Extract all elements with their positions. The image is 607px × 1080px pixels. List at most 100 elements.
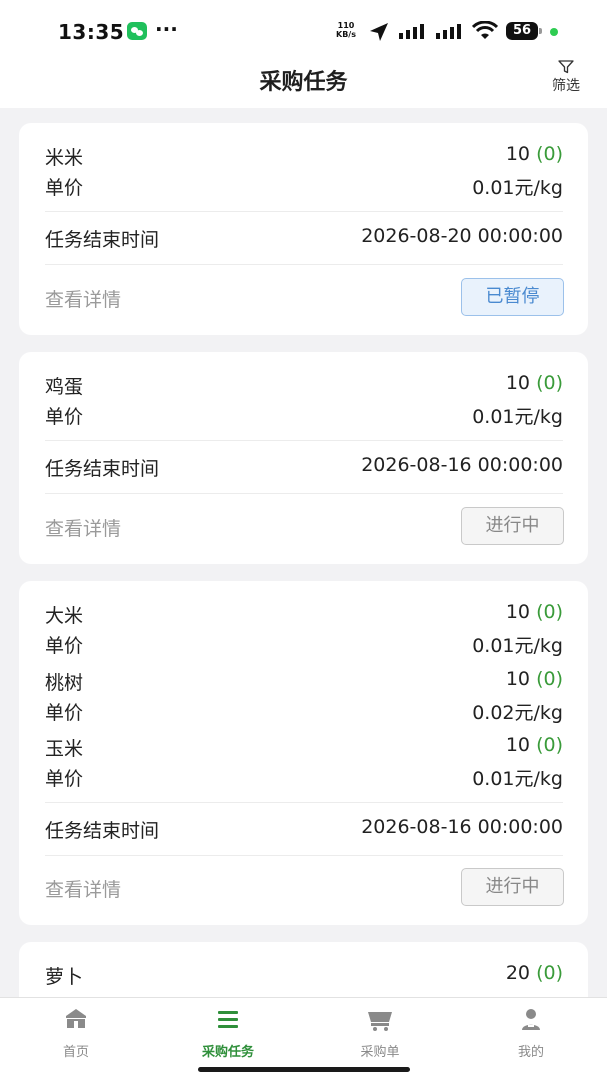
divider	[45, 802, 563, 803]
item-qty-extra: (0)	[536, 372, 563, 394]
home-indicator	[198, 1067, 410, 1072]
item-qty: 10	[505, 372, 531, 394]
tab-purchase-orders[interactable]: 采购单	[325, 1006, 435, 1060]
item-name: 玉米	[45, 738, 84, 760]
privacy-indicator-dot	[550, 28, 558, 36]
item-qty: 10	[505, 668, 531, 690]
tab-purchase-tasks[interactable]: 采购任务	[173, 1006, 283, 1060]
unit-price-label: 单价	[45, 177, 84, 199]
end-time-row: 任务结束时间 2026-08-16 00:00:00	[45, 814, 563, 844]
unit-price-label: 单价	[45, 702, 84, 724]
item-qty: 10	[505, 734, 531, 756]
tab-purchase-orders-label: 采购单	[360, 1045, 400, 1060]
task-list[interactable]: 米米 10 (0) 单价 0.01元/kg 任务结束时间 2026-08-20 …	[0, 108, 607, 998]
unit-price-value: 0.02元/kg	[472, 702, 563, 724]
cell-signal-icon-2	[436, 24, 461, 39]
item-row: 桃树 10 (0)	[45, 666, 563, 696]
price-row: 单价 0.01元/kg	[45, 629, 563, 659]
item-qty-group: 10 (0)	[506, 601, 563, 623]
unit-price-label: 单价	[45, 768, 84, 790]
divider	[45, 855, 563, 856]
divider	[45, 440, 563, 441]
item-qty-group: 20 (0)	[506, 962, 563, 984]
end-time-label: 任务结束时间	[45, 820, 160, 842]
net-speed-value: 110	[337, 21, 355, 30]
end-time-label: 任务结束时间	[45, 458, 160, 480]
unit-price-label: 单价	[45, 406, 84, 428]
view-detail-link[interactable]: 查看详情	[45, 514, 121, 541]
view-detail-link[interactable]: 查看详情	[45, 875, 121, 902]
item-name: 萝卜	[45, 966, 84, 988]
task-card: 大米 10 (0) 单价 0.01元/kg 桃树 10 (0) 单价 0.02元…	[19, 581, 588, 925]
item-qty-extra: (0)	[536, 143, 563, 165]
unit-price-value: 0.01元/kg	[472, 635, 563, 657]
battery-icon: 56	[506, 22, 538, 40]
end-time-value: 2026-08-20 00:00:00	[361, 225, 563, 247]
list-icon	[218, 1011, 238, 1028]
user-icon	[522, 1009, 540, 1030]
battery-level: 56	[512, 23, 532, 38]
cart-icon	[368, 1012, 392, 1031]
item-qty: 10	[505, 143, 531, 165]
wechat-icon	[127, 22, 147, 40]
item-qty: 10	[505, 601, 531, 623]
unit-price-value: 0.01元/kg	[472, 768, 563, 790]
item-qty-group: 10 (0)	[506, 143, 563, 165]
divider	[45, 264, 563, 265]
end-time-value: 2026-08-16 00:00:00	[361, 816, 563, 838]
filter-icon	[558, 60, 574, 74]
end-time-row: 任务结束时间 2026-08-16 00:00:00	[45, 452, 563, 482]
item-qty-group: 10 (0)	[506, 668, 563, 690]
item-qty-group: 10 (0)	[506, 372, 563, 394]
view-detail-link[interactable]: 查看详情	[45, 285, 121, 312]
filter-label: 筛选	[552, 78, 580, 94]
wifi-icon	[472, 21, 498, 39]
item-qty: 20	[505, 962, 531, 984]
status-button-running[interactable]: 进行中	[461, 507, 564, 545]
task-card: 萝卜 20 (0)	[19, 942, 588, 998]
battery-tip	[539, 28, 542, 34]
end-time-row: 任务结束时间 2026-08-20 00:00:00	[45, 223, 563, 253]
location-arrow-icon	[370, 23, 388, 41]
unit-price-value: 0.01元/kg	[472, 177, 563, 199]
tab-purchase-tasks-label: 采购任务	[201, 1045, 254, 1060]
price-row: 单价 0.01元/kg	[45, 171, 563, 201]
divider	[45, 493, 563, 494]
item-name: 米米	[45, 147, 84, 169]
tab-mine-label: 我的	[517, 1045, 544, 1060]
item-name: 大米	[45, 605, 84, 627]
nav-bar: 采购任务 筛选	[0, 52, 607, 108]
item-row: 米米 10 (0)	[45, 141, 563, 171]
item-qty-extra: (0)	[536, 668, 563, 690]
item-qty-extra: (0)	[536, 601, 563, 623]
status-button-paused[interactable]: 已暂停	[461, 278, 564, 316]
status-button-running[interactable]: 进行中	[461, 868, 564, 906]
unit-price-value: 0.01元/kg	[472, 406, 563, 428]
task-card: 鸡蛋 10 (0) 单价 0.01元/kg 任务结束时间 2026-08-16 …	[19, 352, 588, 564]
divider	[45, 211, 563, 212]
price-row: 单价 0.01元/kg	[45, 400, 563, 430]
item-qty-extra: (0)	[536, 734, 563, 756]
filter-button[interactable]: 筛选	[544, 58, 588, 100]
price-row: 单价 0.01元/kg	[45, 762, 563, 792]
unit-price-label: 单价	[45, 635, 84, 657]
item-row: 大米 10 (0)	[45, 599, 563, 629]
tab-home-label: 首页	[62, 1045, 89, 1060]
task-card: 米米 10 (0) 单价 0.01元/kg 任务结束时间 2026-08-20 …	[19, 123, 588, 335]
item-name: 桃树	[45, 672, 84, 694]
item-row: 鸡蛋 10 (0)	[45, 370, 563, 400]
tab-mine[interactable]: 我的	[476, 1006, 586, 1060]
tab-home[interactable]: 首页	[21, 1006, 131, 1060]
net-speed: 110 KB/s	[334, 21, 358, 39]
page-title: 采购任务	[259, 70, 348, 95]
item-row: 萝卜 20 (0)	[45, 960, 563, 990]
item-qty-extra: (0)	[536, 962, 563, 984]
net-speed-unit: KB/s	[336, 30, 356, 39]
home-icon	[66, 1009, 86, 1028]
status-time: 13:35	[58, 20, 125, 44]
item-qty-group: 10 (0)	[506, 734, 563, 756]
cell-signal-icon	[399, 24, 424, 39]
price-row: 单价 0.02元/kg	[45, 696, 563, 726]
end-time-value: 2026-08-16 00:00:00	[361, 454, 563, 476]
item-row: 玉米 10 (0)	[45, 732, 563, 762]
